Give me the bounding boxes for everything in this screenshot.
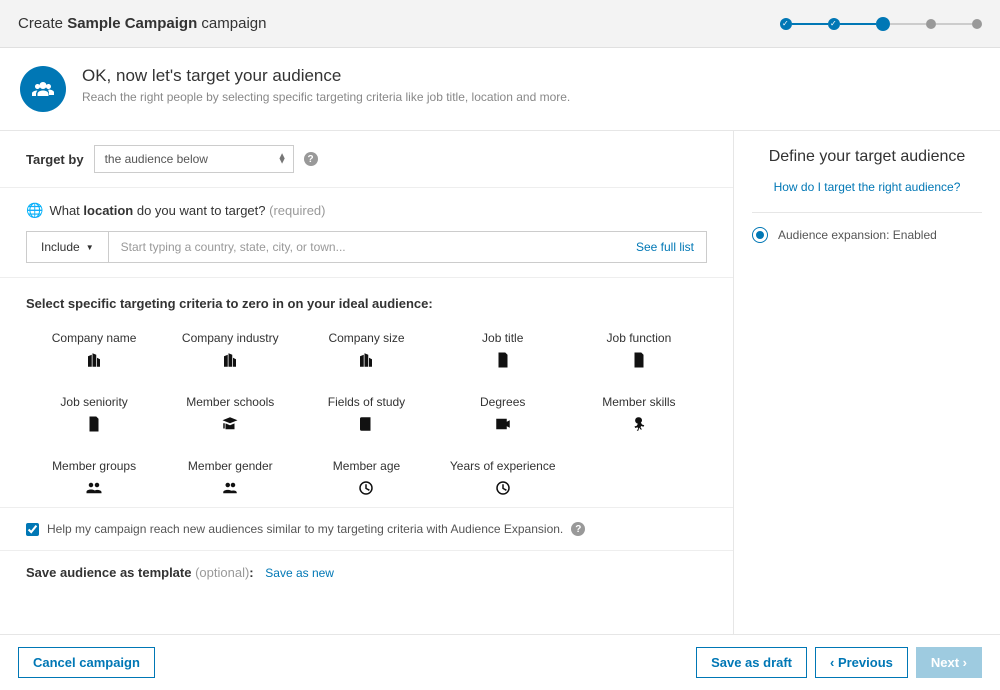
crit-label: Member groups <box>52 459 136 473</box>
save-template-section: Save audience as template (optional): Sa… <box>0 550 733 594</box>
gender-icon <box>221 479 239 497</box>
app-header: Create Sample Campaign campaign <box>0 0 1000 48</box>
step-4 <box>926 19 936 29</box>
include-exclude-dropdown[interactable]: Include ▼ <box>26 231 108 263</box>
crit-label: Member gender <box>188 459 273 473</box>
cancel-campaign-button[interactable]: Cancel campaign <box>18 647 155 678</box>
crit-label: Degrees <box>480 395 525 409</box>
criteria-company-industry[interactable]: Company industry <box>162 327 298 373</box>
audience-expansion-label: Help my campaign reach new audiences sim… <box>47 522 563 536</box>
criteria-job-function[interactable]: Job function <box>571 327 707 373</box>
document-icon <box>494 351 512 369</box>
criteria-member-gender[interactable]: Member gender <box>162 455 298 501</box>
crit-label: Company name <box>52 331 137 345</box>
groups-icon <box>85 479 103 497</box>
progress-stepper <box>780 17 982 31</box>
crit-label: Member skills <box>602 395 675 409</box>
school-icon <box>221 415 239 433</box>
criteria-company-size[interactable]: Company size <box>298 327 434 373</box>
building-icon <box>357 351 375 369</box>
previous-button[interactable]: ‹ Previous <box>815 647 908 678</box>
crit-label: Job title <box>482 331 523 345</box>
document-icon <box>630 351 648 369</box>
chevron-updown-icon: ▲▼ <box>278 154 287 165</box>
sidebar-title: Define your target audience <box>752 147 982 168</box>
criteria-member-groups[interactable]: Member groups <box>26 455 162 501</box>
save-as-new-link[interactable]: Save as new <box>265 566 334 580</box>
save-draft-button[interactable]: Save as draft <box>696 647 807 678</box>
location-input[interactable] <box>121 240 522 254</box>
target-by-selected: the audience below <box>105 152 208 166</box>
title-suffix: campaign <box>197 15 266 32</box>
campaign-name: Sample Campaign <box>67 15 197 32</box>
crit-label: Fields of study <box>328 395 405 409</box>
audience-expansion-status: Audience expansion: Enabled <box>752 212 982 243</box>
hero-title: OK, now let's target your audience <box>82 66 570 86</box>
people-icon <box>20 66 66 112</box>
crit-label: Member schools <box>186 395 274 409</box>
clock-icon <box>357 479 375 497</box>
step-3-current <box>876 17 890 31</box>
page-title: Create Sample Campaign campaign <box>18 15 266 32</box>
location-input-wrap: See full list <box>108 231 707 263</box>
diploma-icon <box>494 415 512 433</box>
required-label: (required) <box>269 203 325 218</box>
criteria-member-schools[interactable]: Member schools <box>162 391 298 437</box>
title-prefix: Create <box>18 15 67 32</box>
criteria-section: Select specific targeting criteria to ze… <box>0 278 733 507</box>
step-1-done[interactable] <box>780 18 792 30</box>
globe-icon: 🌐 <box>26 202 43 219</box>
audience-expansion-checkbox[interactable] <box>26 523 39 536</box>
building-icon <box>221 351 239 369</box>
skills-icon <box>630 415 648 433</box>
footer-bar: Cancel campaign Save as draft ‹ Previous… <box>0 635 1000 690</box>
target-by-label: Target by <box>26 152 84 167</box>
location-question: 🌐 What location do you want to target? (… <box>26 202 707 219</box>
help-icon[interactable]: ? <box>304 152 318 166</box>
next-button[interactable]: Next › <box>916 647 982 678</box>
save-template-optional: (optional) <box>195 565 249 580</box>
step-5 <box>972 19 982 29</box>
step-2-done[interactable] <box>828 18 840 30</box>
target-by-select[interactable]: the audience below ▲▼ <box>94 145 294 173</box>
criteria-fields-of-study[interactable]: Fields of study <box>298 391 434 437</box>
audience-expansion-checkbox-row: Help my campaign reach new audiences sim… <box>0 507 733 550</box>
target-icon <box>752 227 768 243</box>
include-label: Include <box>41 240 80 254</box>
crit-label: Job function <box>607 331 672 345</box>
aud-exp-value: Enabled <box>893 228 937 242</box>
criteria-grid: Company name Company industry Company si… <box>26 327 707 501</box>
crit-label: Member age <box>333 459 400 473</box>
criteria-years-experience[interactable]: Years of experience <box>435 455 571 501</box>
sidebar-help-link[interactable]: How do I target the right audience? <box>752 180 982 194</box>
target-by-section: Target by the audience below ▲▼ ? <box>0 131 733 188</box>
right-sidebar: Define your target audience How do I tar… <box>734 131 1000 634</box>
criteria-member-skills[interactable]: Member skills <box>571 391 707 437</box>
criteria-member-age[interactable]: Member age <box>298 455 434 501</box>
save-template-label: Save audience as template <box>26 565 195 580</box>
crit-label: Company industry <box>182 331 279 345</box>
crit-label: Years of experience <box>450 459 556 473</box>
see-full-list-link[interactable]: See full list <box>636 240 694 254</box>
criteria-title: Select specific targeting criteria to ze… <box>26 296 707 311</box>
chevron-down-icon: ▼ <box>86 243 94 252</box>
building-icon <box>85 351 103 369</box>
location-section: 🌐 What location do you want to target? (… <box>0 188 733 278</box>
criteria-degrees[interactable]: Degrees <box>435 391 571 437</box>
crit-label: Job seniority <box>60 395 127 409</box>
clock-icon <box>494 479 512 497</box>
criteria-job-title[interactable]: Job title <box>435 327 571 373</box>
book-icon <box>357 415 375 433</box>
criteria-company-name[interactable]: Company name <box>26 327 162 373</box>
hero-subtitle: Reach the right people by selecting spec… <box>82 90 570 104</box>
criteria-job-seniority[interactable]: Job seniority <box>26 391 162 437</box>
left-column: Target by the audience below ▲▼ ? 🌐 What… <box>0 131 734 634</box>
crit-label: Company size <box>328 331 404 345</box>
document-icon <box>85 415 103 433</box>
hero-section: OK, now let's target your audience Reach… <box>0 48 1000 131</box>
aud-exp-label: Audience expansion: <box>778 228 889 242</box>
help-icon[interactable]: ? <box>571 522 585 536</box>
